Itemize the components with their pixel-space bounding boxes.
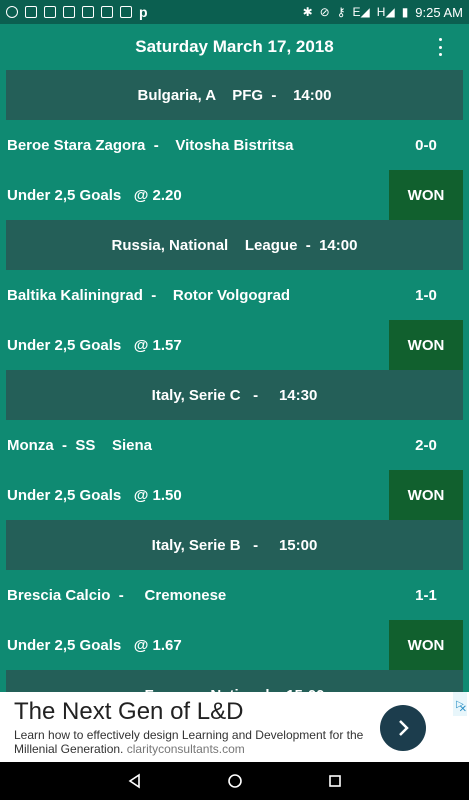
result-badge: WON xyxy=(389,170,463,220)
ad-title[interactable]: The Next Gen of L&D xyxy=(14,698,243,726)
battery-icon: ▮ xyxy=(401,5,409,19)
image-icon xyxy=(63,6,75,18)
match-teams: Baltika Kaliningrad - Rotor Volgograd xyxy=(7,286,291,304)
match-card[interactable]: Russia, National League - 14:00 Baltika … xyxy=(6,220,463,370)
ad-domain: clarityconsultants.com xyxy=(126,742,245,756)
league-header: Faroese, National 15:00 xyxy=(6,670,463,692)
tip-text: Under 2,5 Goals @ 2.20 xyxy=(7,186,182,204)
ad-banner[interactable]: The Next Gen of L&D Learn how to effecti… xyxy=(0,692,469,762)
match-card[interactable]: Italy, Serie C - 14:30 Monza - SS Siena … xyxy=(6,370,463,520)
ad-close-icon[interactable]: ✕ xyxy=(459,704,467,715)
system-icons: ✱ ⊘ ⚷ E◢ H◢ ▮ 9:25 AM xyxy=(303,5,463,20)
no-disturb-icon: ⊘ xyxy=(319,5,330,19)
home-button[interactable] xyxy=(225,771,245,791)
ad-arrow-button[interactable] xyxy=(380,705,426,751)
match-teams: Monza - SS Siena xyxy=(7,436,153,454)
result-badge: WON xyxy=(389,470,463,520)
league-header: Bulgaria, A PFG - 14:00 xyxy=(6,70,463,120)
tip-row[interactable]: Under 2,5 Goals @ 2.20 WON xyxy=(6,170,463,220)
match-score: 2-0 xyxy=(415,436,437,454)
league-header: Italy, Serie C - 14:30 xyxy=(6,370,463,420)
home-icon xyxy=(227,774,242,788)
clock: 9:25 AM xyxy=(415,4,463,20)
match-list[interactable]: Bulgaria, A PFG - 14:00 Beroe Stara Zago… xyxy=(6,70,463,692)
notification-icons: p xyxy=(6,4,148,20)
match-score: 0-0 xyxy=(415,136,437,154)
match-card[interactable]: Italy, Serie B - 15:00 Brescia Calcio - … xyxy=(6,520,463,670)
back-icon xyxy=(128,773,140,789)
match-teams: Brescia Calcio - Cremonese xyxy=(7,586,227,604)
app-bar: Saturday March 17, 2018 xyxy=(0,24,469,70)
circle-icon xyxy=(6,6,18,18)
result-badge: WON xyxy=(389,320,463,370)
app-icon xyxy=(120,6,132,18)
ad-description: Learn how to effectively design Learning… xyxy=(14,728,384,756)
back-button[interactable] xyxy=(125,771,145,791)
tip-text: Under 2,5 Goals @ 1.50 xyxy=(7,486,182,504)
overflow-menu-icon[interactable] xyxy=(433,36,447,58)
tip-row[interactable]: Under 2,5 Goals @ 1.50 WON xyxy=(6,470,463,520)
signal-h-icon: H◢ xyxy=(376,5,395,19)
bluetooth-icon: ✱ xyxy=(302,5,313,19)
match-card[interactable]: Faroese, National 15:00 xyxy=(6,670,463,692)
result-badge: WON xyxy=(389,620,463,670)
match-row[interactable]: Monza - SS Siena 2-0 xyxy=(6,420,463,470)
navigation-bar xyxy=(0,762,469,800)
match-row[interactable]: Baltika Kaliningrad - Rotor Volgograd 1-… xyxy=(6,270,463,320)
league-header: Italy, Serie B - 15:00 xyxy=(6,520,463,570)
signal-e-icon: E◢ xyxy=(352,5,370,19)
p-icon: p xyxy=(139,4,148,20)
doc-icon xyxy=(101,6,113,18)
chevron-right-icon xyxy=(399,720,409,736)
page-title: Saturday March 17, 2018 xyxy=(135,37,334,56)
match-row[interactable]: Beroe Stara Zagora - Vitosha Bistritsa 0… xyxy=(6,120,463,170)
recents-icon xyxy=(328,775,341,787)
match-score: 1-1 xyxy=(415,586,437,604)
status-bar: p ✱ ⊘ ⚷ E◢ H◢ ▮ 9:25 AM xyxy=(0,0,469,24)
key-icon: ⚷ xyxy=(336,5,346,19)
tip-text: Under 2,5 Goals @ 1.67 xyxy=(7,636,182,654)
match-score: 1-0 xyxy=(415,286,437,304)
tip-row[interactable]: Under 2,5 Goals @ 1.57 WON xyxy=(6,320,463,370)
league-header: Russia, National League - 14:00 xyxy=(6,220,463,270)
doc-icon xyxy=(25,6,37,18)
doc-icon xyxy=(82,6,94,18)
recents-button[interactable] xyxy=(325,771,345,791)
doc-icon xyxy=(44,6,56,18)
match-row[interactable]: Brescia Calcio - Cremonese 1-1 xyxy=(6,570,463,620)
match-card[interactable]: Bulgaria, A PFG - 14:00 Beroe Stara Zago… xyxy=(6,70,463,220)
tip-row[interactable]: Under 2,5 Goals @ 1.67 WON xyxy=(6,620,463,670)
match-teams: Beroe Stara Zagora - Vitosha Bistritsa xyxy=(7,136,294,154)
tip-text: Under 2,5 Goals @ 1.57 xyxy=(7,336,182,354)
